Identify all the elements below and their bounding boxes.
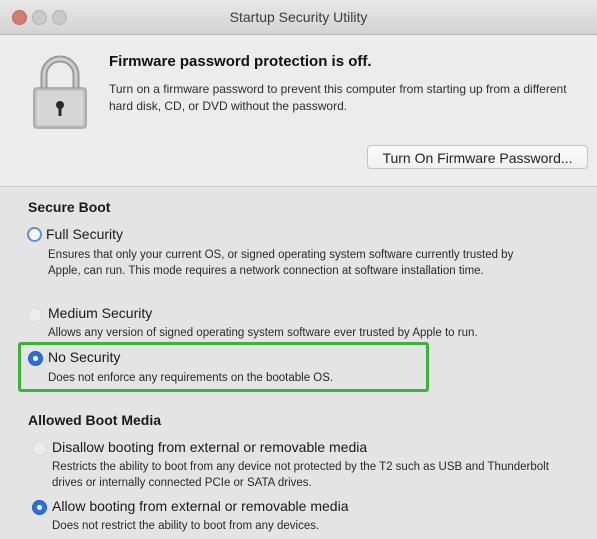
allow-external-boot-label[interactable]: Allow booting from external or removable… bbox=[52, 498, 348, 514]
disallow-external-boot-description: Restricts the ability to boot from any d… bbox=[52, 461, 549, 489]
turn-on-firmware-password-button[interactable]: Turn On Firmware Password... bbox=[367, 145, 588, 169]
full-security-label[interactable]: Full Security bbox=[46, 226, 123, 242]
firmware-description: Turn on a firmware password to prevent t… bbox=[109, 82, 567, 113]
allowed-boot-media-heading: Allowed Boot Media bbox=[28, 412, 161, 428]
full-security-radio[interactable] bbox=[27, 227, 42, 242]
full-security-description: Ensures that only your current OS, or si… bbox=[48, 249, 514, 277]
no-security-radio[interactable] bbox=[28, 351, 43, 366]
disallow-external-boot-radio[interactable] bbox=[32, 441, 47, 456]
no-security-description: Does not enforce any requirements on the… bbox=[48, 372, 334, 384]
disallow-external-boot-label[interactable]: Disallow booting from external or remova… bbox=[52, 439, 367, 455]
boot-settings-section: Secure Boot Full Security Ensures that o… bbox=[0, 187, 597, 539]
medium-security-description: Allows any version of signed operating s… bbox=[48, 327, 478, 339]
allow-external-boot-description: Does not restrict the ability to boot fr… bbox=[52, 520, 320, 532]
no-security-label[interactable]: No Security bbox=[48, 349, 120, 365]
secure-boot-heading: Secure Boot bbox=[28, 199, 111, 215]
lock-icon bbox=[33, 55, 87, 129]
title-bar: Startup Security Utility bbox=[0, 0, 597, 35]
startup-security-window: Startup Security Utility Firmware passwo… bbox=[0, 0, 597, 539]
medium-security-label[interactable]: Medium Security bbox=[48, 305, 152, 321]
medium-security-radio[interactable] bbox=[27, 307, 42, 322]
allow-external-boot-radio[interactable] bbox=[32, 500, 47, 515]
window-title: Startup Security Utility bbox=[229, 9, 368, 25]
firmware-status-title: Firmware password protection is off. bbox=[109, 53, 372, 70]
firmware-password-section: Firmware password protection is off. Tur… bbox=[0, 35, 597, 186]
